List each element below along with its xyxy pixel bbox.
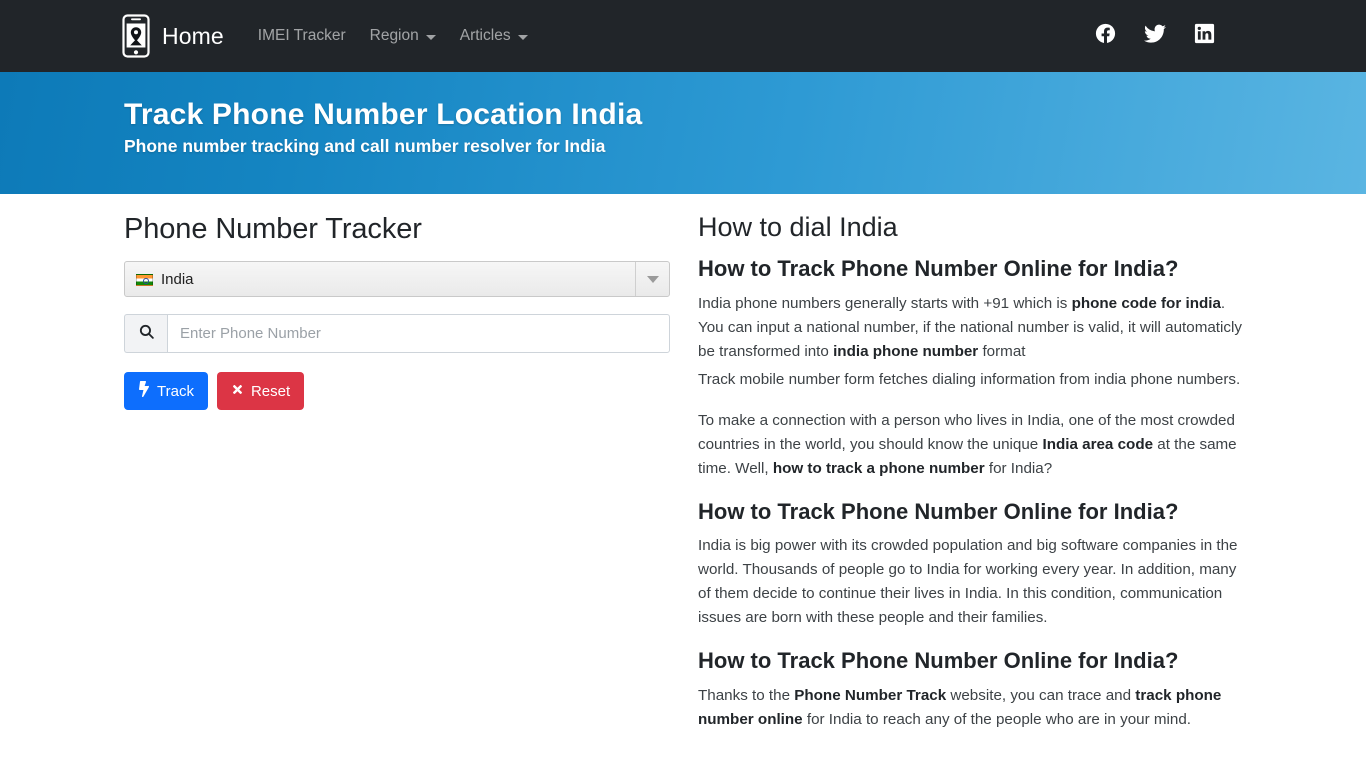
- facebook-icon: [1094, 22, 1117, 50]
- article-text: for India to reach any of the people who…: [802, 710, 1191, 728]
- article-sections: How to Track Phone Number Online for Ind…: [698, 255, 1246, 732]
- article-section-title: How to Track Phone Number Online for Ind…: [698, 256, 1179, 281]
- nav-links: IMEI Tracker Region Articles: [246, 19, 540, 53]
- article-section-title: How to Track Phone Number Online for Ind…: [698, 498, 1179, 524]
- india-flag-icon: [136, 274, 153, 286]
- nav-link-region[interactable]: Region: [358, 19, 448, 53]
- article-bold-text: india phone number: [833, 342, 979, 360]
- nav-item-imei-tracker[interactable]: IMEI Tracker: [246, 19, 358, 53]
- search-icon: [138, 323, 155, 345]
- nav-item-articles[interactable]: Articles: [448, 19, 540, 53]
- chevron-down-icon: [517, 34, 528, 40]
- article-bold-text: how to track a phone number: [772, 459, 985, 477]
- phone-input-group: [124, 314, 670, 353]
- article-bold-text: phone code for india: [1071, 294, 1221, 312]
- article-text: website, you can trace and: [946, 686, 1136, 704]
- brand-label: Home: [162, 22, 224, 49]
- twitter-icon: [1143, 22, 1167, 51]
- country-select[interactable]: India: [124, 261, 670, 297]
- hero-title: Track Phone Number Location India: [124, 98, 643, 131]
- article-paragraph: India is big power with its crowded popu…: [698, 534, 1246, 630]
- main-content: Phone Number Tracker India Enter Phone N…: [0, 194, 1366, 749]
- country-select-toggle[interactable]: [635, 262, 669, 296]
- search-icon-button[interactable]: [124, 314, 167, 353]
- reset-button-label: Reset: [250, 382, 291, 400]
- tracker-form-column: Phone Number Tracker India Enter Phone N…: [124, 194, 670, 749]
- article-text: India phone numbers generally starts wit…: [698, 294, 1072, 312]
- page-title: Phone Number Tracker: [124, 213, 422, 245]
- article-section-title: How to Track Phone Number Online for Ind…: [698, 648, 1179, 673]
- brand-home-link[interactable]: Home: [122, 14, 224, 58]
- article-paragraph: India phone numbers generally starts wit…: [698, 292, 1246, 364]
- times-icon: [231, 383, 244, 400]
- nav-label: IMEI Tracker: [257, 27, 346, 44]
- track-button[interactable]: Track: [124, 372, 208, 410]
- article-heading: How to dial India: [698, 212, 898, 242]
- facebook-link[interactable]: [1094, 22, 1117, 50]
- main-navbar: Home IMEI Tracker Region Articles: [0, 0, 1366, 72]
- article-paragraph: Track mobile number form fetches dialing…: [698, 368, 1246, 392]
- article-text: Track mobile number form fetches dialing…: [698, 370, 1241, 388]
- article-text: format: [978, 342, 1026, 360]
- hero-subtitle: Phone number tracking and call number re…: [124, 136, 606, 156]
- reset-button[interactable]: Reset: [216, 372, 305, 410]
- article-bold-text: Phone Number Track: [794, 686, 947, 704]
- linkedin-icon: [1193, 22, 1216, 50]
- linkedin-link[interactable]: [1193, 22, 1216, 50]
- twitter-link[interactable]: [1143, 22, 1167, 51]
- article-column: How to dial India How to Track Phone Num…: [698, 194, 1246, 749]
- phone-location-pin-icon: [122, 14, 150, 58]
- article-text: Thanks to the: [698, 686, 795, 704]
- article-paragraph: Thanks to the Phone Number Track website…: [698, 684, 1246, 732]
- article-text: for India?: [984, 459, 1053, 477]
- form-actions: Track Reset: [124, 372, 670, 410]
- nav-link-articles[interactable]: Articles: [448, 19, 540, 53]
- article-bold-text: India area code: [1042, 435, 1154, 453]
- track-button-label: Track: [157, 382, 194, 400]
- nav-link-imei-tracker[interactable]: IMEI Tracker: [246, 19, 358, 53]
- chevron-down-icon: [425, 34, 436, 40]
- chevron-down-icon: [646, 275, 659, 283]
- article-text: India is big power with its crowded popu…: [698, 537, 1238, 626]
- nav-item-region[interactable]: Region: [358, 19, 448, 53]
- country-select-value: India: [161, 270, 194, 288]
- nav-label: Articles: [459, 27, 511, 44]
- hero-banner: Track Phone Number Location India Phone …: [0, 72, 1366, 194]
- article-paragraph: To make a connection with a person who l…: [698, 409, 1246, 481]
- bolt-icon: [138, 381, 150, 401]
- phone-number-input[interactable]: [167, 314, 670, 353]
- social-links: [1094, 22, 1216, 51]
- nav-label: Region: [369, 27, 419, 44]
